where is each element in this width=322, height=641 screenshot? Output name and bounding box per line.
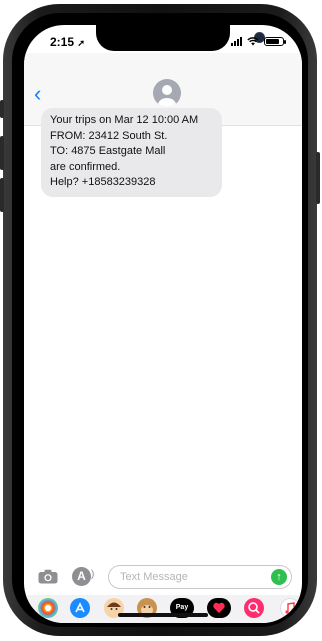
screen: 2:15 ➚ ‹ Your trips on Mar 12 10:00 AM F… [24,25,302,623]
battery-level [266,39,279,44]
message-line: FROM: 23412 South St. [50,129,168,142]
volume-down-button [0,178,4,212]
app-store-icon[interactable] [70,598,90,618]
chevron-right-icon: ) [91,569,95,580]
message-input-placeholder: Text Message [120,571,188,583]
volume-up-button [0,136,4,170]
status-bar: 2:15 ➚ [50,35,286,51]
photos-app-icon[interactable] [38,598,58,618]
status-icons [231,37,286,46]
music-icon[interactable] [280,598,300,618]
image-search-icon[interactable] [244,598,264,618]
apple-pay-label: Pay [175,604,189,611]
compose-bar: A ) Text Message ↑ [24,565,302,591]
message-line: are confirmed. [50,160,121,173]
message-line: Help? +18583239328 [50,176,156,188]
back-button[interactable]: ‹ [34,83,41,105]
app-drawer: Pay [24,595,302,623]
mute-switch [0,100,4,118]
phone-frame: 2:15 ➚ ‹ Your trips on Mar 12 10:00 AM F… [0,4,320,636]
send-button[interactable]: ↑ [271,569,287,585]
home-indicator[interactable] [118,613,208,617]
message-input[interactable]: Text Message ↑ [108,565,292,589]
contact-avatar[interactable] [153,79,181,107]
message-line: Your trips on Mar 12 10:00 AM [50,114,199,126]
incoming-message-bubble[interactable]: Your trips on Mar 12 10:00 AM FROM: 2341… [41,108,222,197]
side-button [316,152,320,204]
person-silhouette-icon [158,85,176,107]
digital-touch-icon[interactable] [207,598,231,618]
wifi-icon [247,37,259,46]
battery-icon [264,37,286,46]
status-time: 2:15 ➚ [50,35,85,49]
camera-icon[interactable] [38,569,58,584]
time-text: 2:15 [50,35,75,49]
location-icon: ➚ [77,38,85,48]
signal-icon [231,37,242,46]
app-store-button[interactable]: A [72,567,91,586]
message-line: TO: 4875 Eastgate Mall [50,145,166,157]
